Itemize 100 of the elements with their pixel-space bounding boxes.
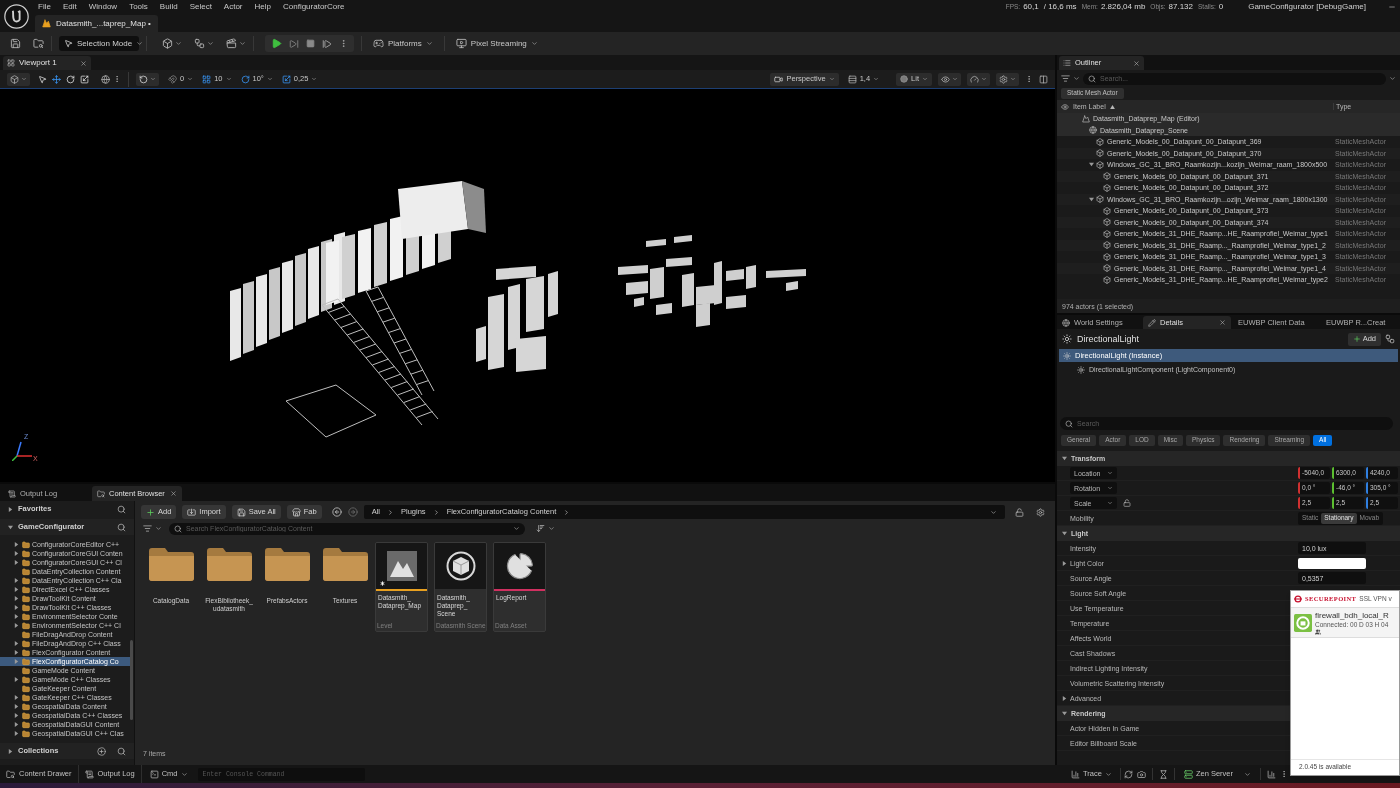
expand-arrow-icon[interactable] <box>14 722 19 727</box>
search-icon[interactable] <box>117 522 126 532</box>
more-icon[interactable] <box>1025 75 1033 83</box>
expand-arrow-icon[interactable] <box>14 695 19 700</box>
folder-search-icon[interactable] <box>33 38 44 49</box>
expand-arrow-icon[interactable] <box>8 506 13 512</box>
close-icon[interactable] <box>1219 319 1226 326</box>
menu-item[interactable]: Select <box>189 3 212 11</box>
chevron-down-icon[interactable] <box>1389 75 1396 82</box>
chevron-down-icon[interactable] <box>990 508 997 516</box>
unlock-icon[interactable] <box>1015 507 1024 517</box>
more-icon[interactable] <box>1280 770 1288 778</box>
expand-arrow-icon[interactable] <box>8 748 13 754</box>
expand-arrow-icon[interactable] <box>14 587 19 592</box>
unlock-icon[interactable] <box>1123 499 1131 507</box>
performance-dropdown[interactable] <box>967 72 990 86</box>
refresh-icon[interactable] <box>1123 769 1133 779</box>
filter-icon[interactable] <box>143 524 152 533</box>
expand-arrow-icon[interactable] <box>14 560 19 565</box>
menu-item[interactable]: Build <box>159 3 178 11</box>
menu-item[interactable]: Edit <box>62 3 77 11</box>
expand-arrow-icon[interactable] <box>14 542 19 547</box>
chevron-down-icon[interactable] <box>207 40 214 47</box>
expand-arrow-icon[interactable] <box>14 641 19 646</box>
clapperboard-icon[interactable] <box>226 38 237 49</box>
expand-arrow-icon[interactable] <box>14 623 19 628</box>
back-icon[interactable] <box>331 507 342 517</box>
menu-item[interactable]: File <box>38 3 51 11</box>
close-icon[interactable] <box>170 490 177 497</box>
expand-arrow-icon[interactable] <box>14 596 19 601</box>
folder-icon[interactable] <box>148 548 194 581</box>
menu-item[interactable]: Actor <box>223 3 243 11</box>
color-swatch-icon[interactable] <box>1298 557 1366 569</box>
pixel-streaming-menu[interactable]: Pixel Streaming <box>451 35 542 52</box>
folder-icon[interactable] <box>322 548 368 581</box>
expand-arrow-icon[interactable] <box>1062 695 1067 701</box>
chevron-down-icon[interactable] <box>1244 770 1251 778</box>
chevron-down-icon[interactable] <box>136 40 144 47</box>
collapse-arrow-icon[interactable] <box>1062 711 1067 716</box>
show-dropdown[interactable] <box>938 72 961 86</box>
chevron-down-icon[interactable] <box>1073 75 1080 82</box>
close-icon[interactable] <box>80 59 87 67</box>
stop-icon[interactable] <box>306 39 315 48</box>
step-forward-icon[interactable] <box>322 38 332 49</box>
chevron-down-icon[interactable] <box>513 525 520 532</box>
add-circle-icon[interactable] <box>97 746 106 756</box>
columns-icon[interactable] <box>1039 74 1048 84</box>
move-icon[interactable] <box>52 74 61 84</box>
expand-arrow-icon[interactable] <box>14 704 19 709</box>
settings-icon[interactable] <box>1036 507 1045 517</box>
search-icon[interactable] <box>117 746 126 756</box>
cube-icon[interactable] <box>162 38 173 49</box>
collapse-arrow-icon[interactable] <box>1062 456 1067 461</box>
document-tab[interactable]: Datasmith_...taprep_Map • <box>35 15 158 32</box>
collapse-arrow-icon[interactable] <box>1062 531 1067 536</box>
expand-arrow-icon[interactable] <box>14 614 19 619</box>
logo-icon[interactable] <box>4 3 29 29</box>
pointer-icon[interactable] <box>38 74 47 84</box>
chevron-down-icon[interactable] <box>548 525 555 532</box>
expand-arrow-icon[interactable] <box>14 650 19 655</box>
expand-arrow-icon[interactable] <box>14 731 19 736</box>
play-icon[interactable] <box>271 38 282 49</box>
camera-rotate-dropdown[interactable] <box>136 72 159 86</box>
chevron-down-icon[interactable] <box>180 770 188 778</box>
settings-dropdown[interactable] <box>996 72 1019 86</box>
node-graph-icon[interactable] <box>1385 334 1395 344</box>
chevron-down-icon[interactable] <box>175 40 182 47</box>
scrollbar[interactable] <box>130 640 133 720</box>
skip-forward-icon[interactable] <box>289 38 299 49</box>
filter-icon[interactable] <box>1061 74 1070 83</box>
collapse-arrow-icon[interactable] <box>8 524 13 530</box>
sort-icon[interactable] <box>536 524 545 533</box>
folder-icon[interactable] <box>206 548 252 581</box>
chart-icon[interactable] <box>1267 769 1276 779</box>
transform-dropdown[interactable] <box>7 72 30 86</box>
chevron-down-icon[interactable] <box>530 40 538 47</box>
collapse-arrow-icon[interactable] <box>1089 162 1094 168</box>
folder-icon[interactable] <box>264 548 310 581</box>
hourglass-icon[interactable] <box>1158 769 1168 779</box>
chevron-down-icon[interactable] <box>1104 770 1112 778</box>
expand-arrow-icon[interactable] <box>14 578 19 583</box>
menu-item[interactable]: ConfiguratorCore <box>283 3 345 11</box>
expand-arrow-icon[interactable] <box>14 605 19 610</box>
more-icon[interactable] <box>339 39 348 48</box>
scale-icon[interactable] <box>80 74 89 84</box>
expand-arrow-icon[interactable] <box>1062 560 1067 566</box>
search-icon[interactable] <box>117 504 126 514</box>
globe-icon[interactable] <box>101 74 110 84</box>
node-graph-icon[interactable] <box>194 38 205 49</box>
chevron-down-icon[interactable] <box>155 525 162 532</box>
platforms-menu[interactable]: Platforms <box>369 35 437 52</box>
rotate-icon[interactable] <box>66 74 75 84</box>
more-icon[interactable] <box>113 75 121 83</box>
save-icon[interactable] <box>10 38 21 49</box>
camera-icon[interactable] <box>1136 769 1146 779</box>
menu-item[interactable]: Tools <box>129 3 148 11</box>
chevron-down-icon[interactable] <box>239 40 246 47</box>
mode-dropdown[interactable]: Selection Mode <box>59 36 139 51</box>
menu-item[interactable]: Help <box>254 3 271 11</box>
expand-arrow-icon[interactable] <box>14 677 19 682</box>
